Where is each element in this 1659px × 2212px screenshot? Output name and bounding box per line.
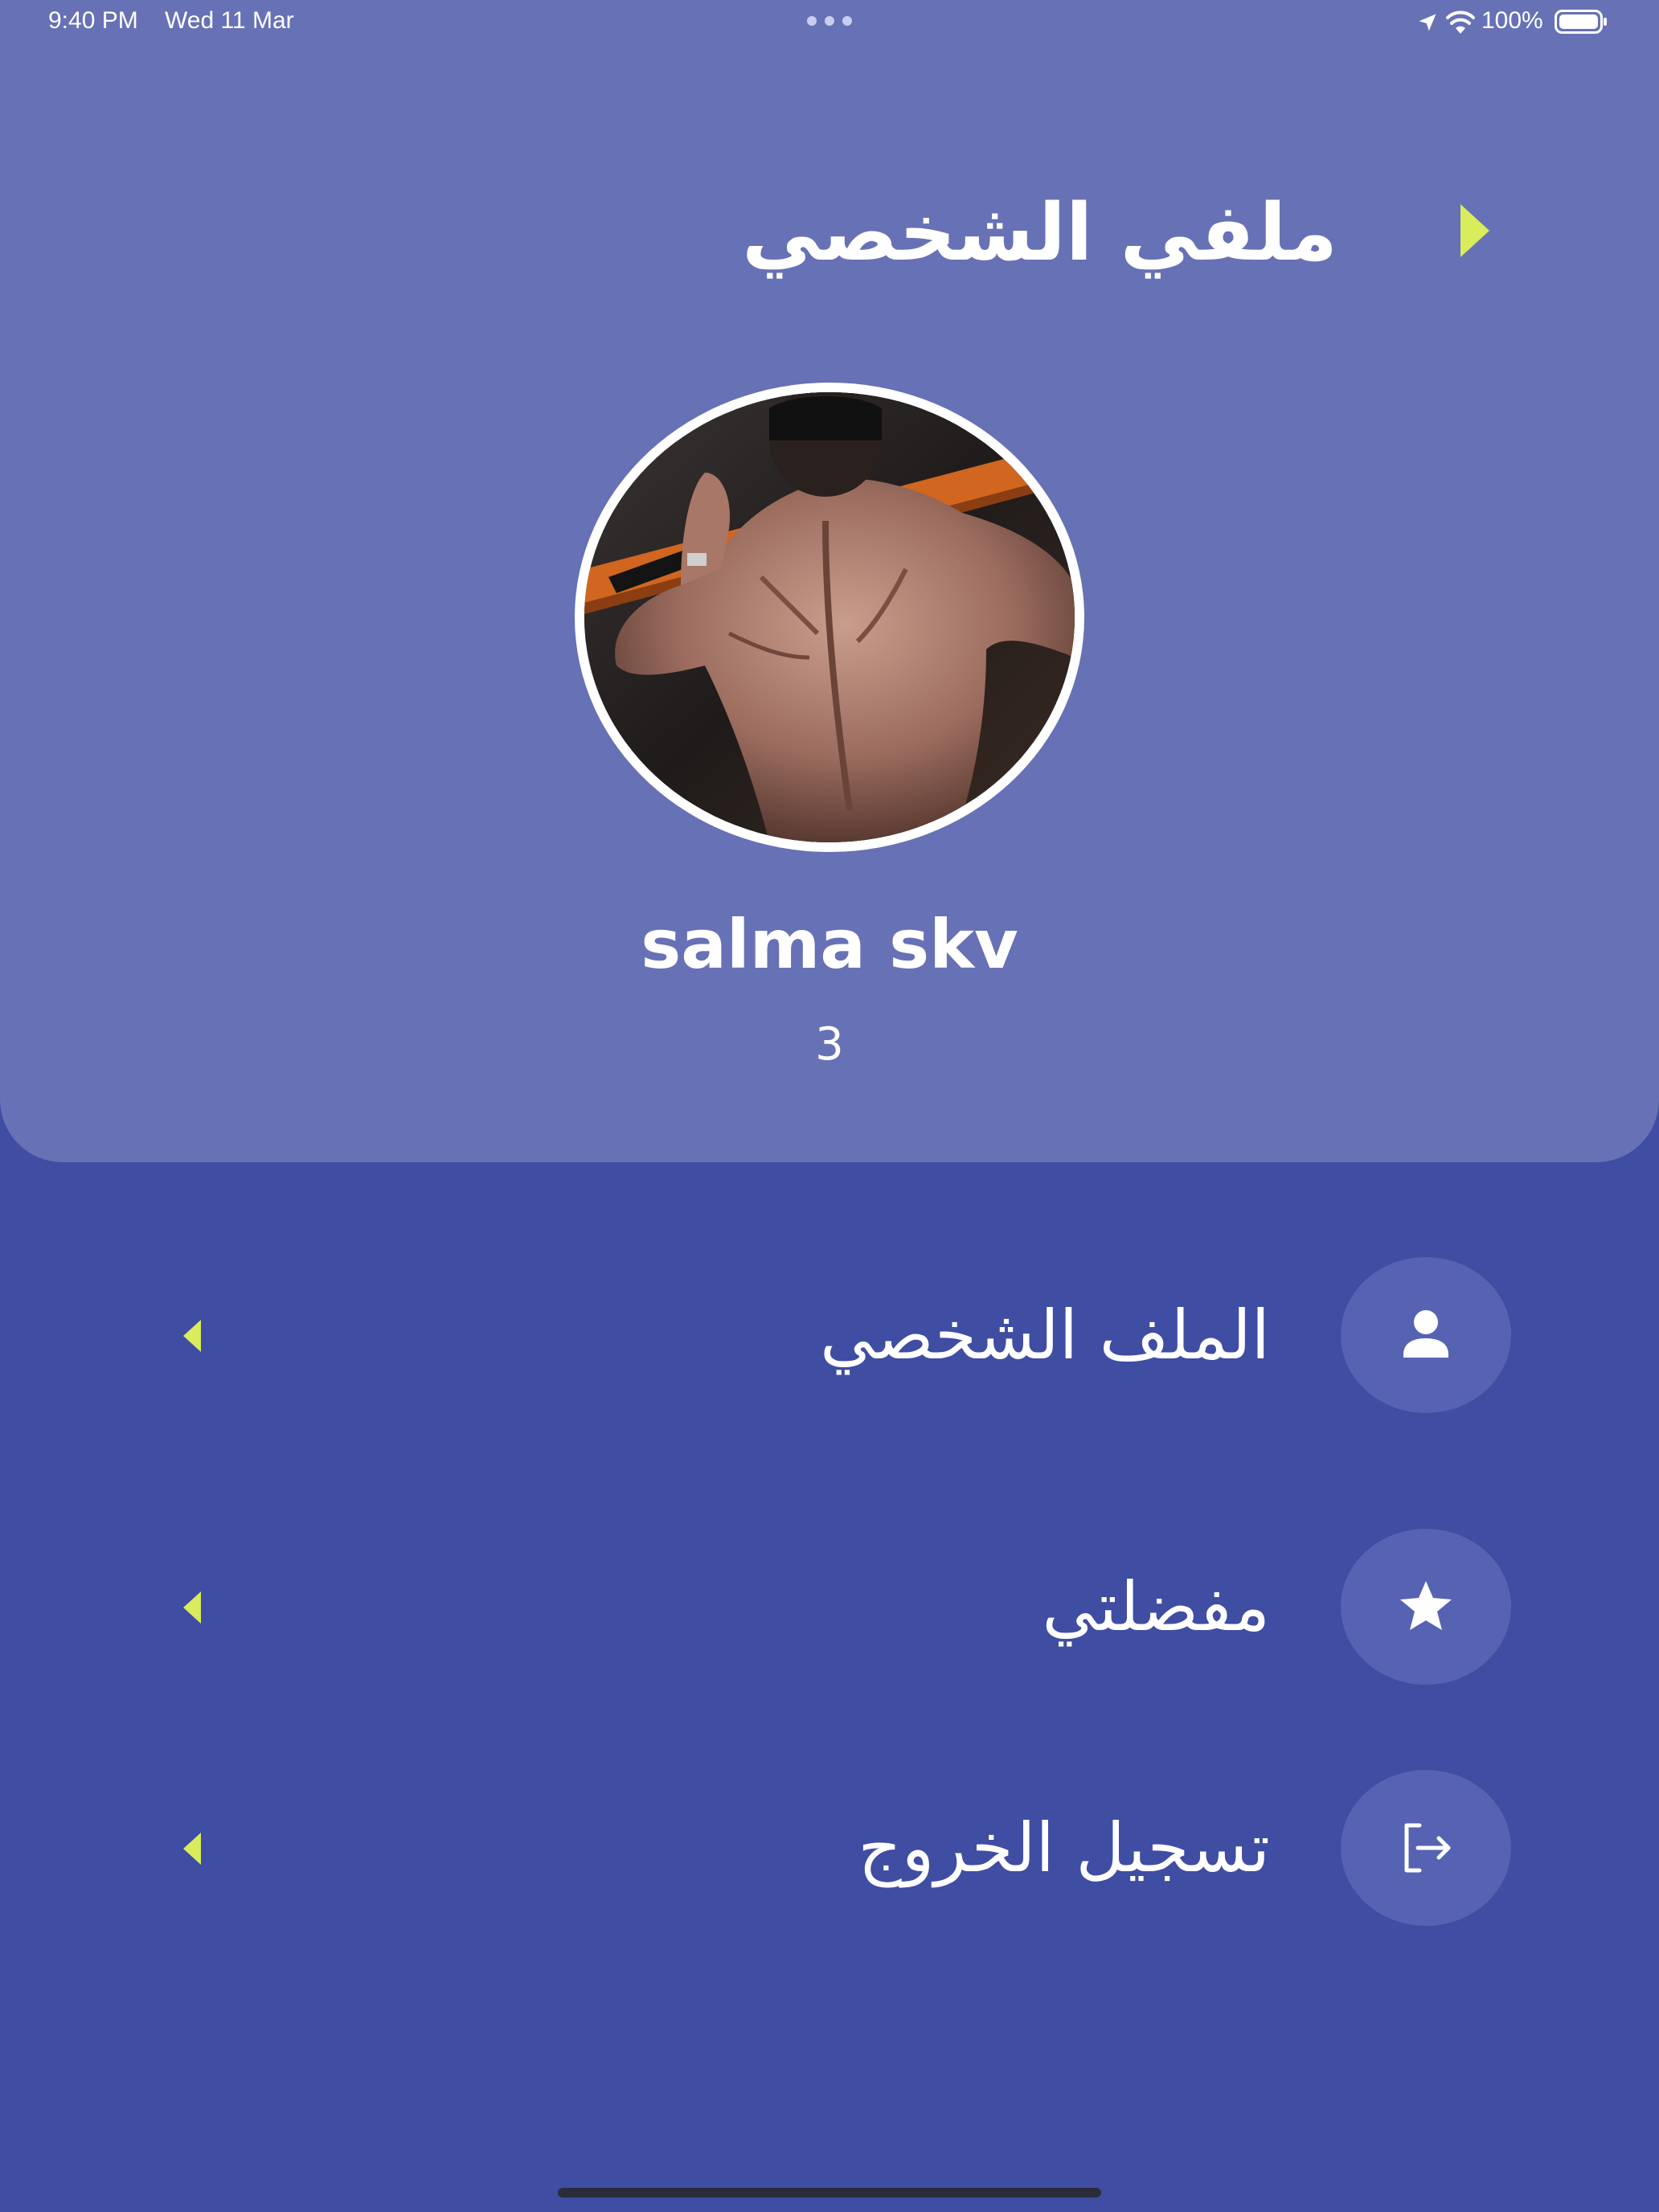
menu-item-logout[interactable]: تسجيل الخروج <box>161 1770 1511 1931</box>
menu-item-profile[interactable]: الملف الشخصي <box>161 1257 1511 1418</box>
caret-left-icon <box>183 1591 201 1624</box>
menu-item-label: تسجيل الخروج <box>858 1809 1271 1887</box>
user-name: salma skv <box>641 905 1018 984</box>
location-arrow-icon <box>1419 14 1436 31</box>
logout-icon <box>1404 1823 1451 1873</box>
person-icon <box>1403 1310 1448 1358</box>
menu-item-favorites[interactable]: مفضلتي <box>161 1529 1511 1690</box>
profile-avatar[interactable] <box>575 383 1084 852</box>
battery-percentage: 100% <box>1481 7 1543 34</box>
page-title: ملفي الشخصي <box>742 187 1337 279</box>
multitasking-dots-icon[interactable] <box>807 16 852 26</box>
menu-item-label: مفضلتي <box>1042 1567 1271 1646</box>
home-indicator[interactable] <box>558 2188 1101 2198</box>
user-count: 3 <box>815 1018 844 1071</box>
menu-icon-circle <box>1341 1770 1511 1926</box>
caret-right-icon[interactable] <box>1459 203 1491 259</box>
wifi-icon <box>1446 10 1475 34</box>
menu-item-label: الملف الشخصي <box>820 1296 1270 1374</box>
caret-left-icon <box>183 1320 201 1352</box>
star-icon <box>1400 1581 1452 1630</box>
menu-icon-circle <box>1341 1257 1511 1413</box>
status-date: Wed 11 Mar <box>165 7 294 34</box>
status-time: 9:40 PM <box>48 7 138 34</box>
menu-icon-circle <box>1341 1529 1511 1685</box>
profile-photo <box>584 392 1075 842</box>
caret-left-icon <box>183 1833 201 1865</box>
battery-icon <box>1555 10 1607 34</box>
